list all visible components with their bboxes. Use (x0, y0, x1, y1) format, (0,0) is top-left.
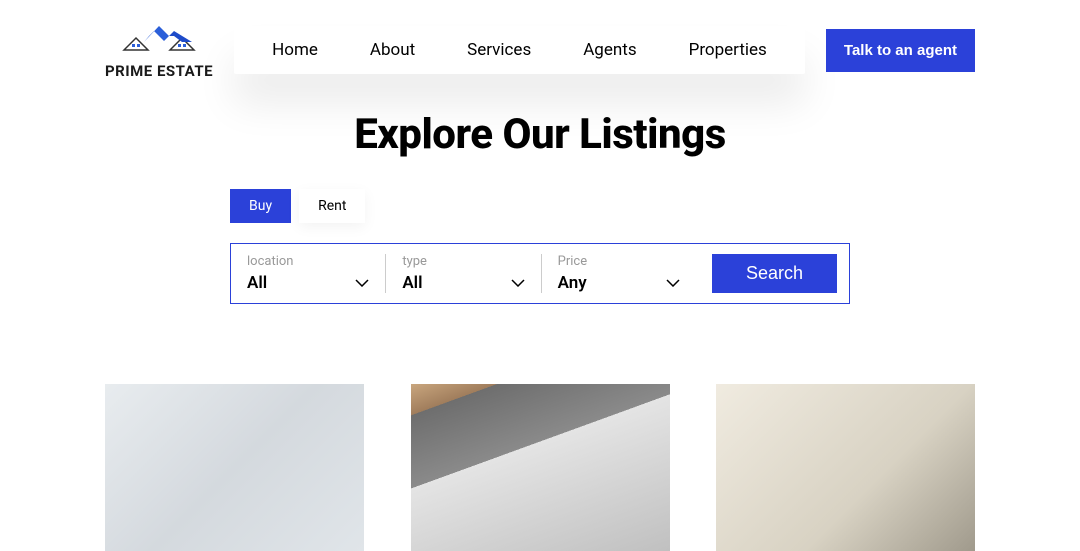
main-nav: Home About Services Agents Properties (234, 26, 805, 74)
logo-icon (114, 20, 204, 60)
search-box: location All type All Price Any Search (230, 243, 850, 304)
talk-to-agent-button[interactable]: Talk to an agent (826, 29, 975, 72)
location-value: All (247, 273, 267, 293)
tab-buy[interactable]: Buy (230, 189, 291, 223)
nav-about[interactable]: About (344, 26, 441, 74)
location-select[interactable]: location All (231, 254, 386, 293)
chevron-down-icon (666, 279, 680, 287)
chevron-down-icon (355, 279, 369, 287)
listing-image (716, 384, 975, 551)
search-button[interactable]: Search (712, 254, 837, 293)
search-tabs: Buy Rent (230, 189, 850, 223)
logo[interactable]: PRIME ESTATE (105, 20, 213, 80)
price-label: Price (558, 254, 680, 269)
chevron-down-icon (511, 279, 525, 287)
listing-cards (0, 384, 1080, 551)
location-label: location (247, 254, 369, 269)
nav-services[interactable]: Services (441, 26, 557, 74)
nav-properties[interactable]: Properties (663, 26, 793, 74)
page-title: Explore Our Listings (0, 110, 1080, 159)
price-value: Any (558, 273, 587, 293)
nav-agents[interactable]: Agents (557, 26, 662, 74)
nav-home[interactable]: Home (246, 26, 344, 74)
listing-card[interactable] (105, 384, 364, 551)
price-select[interactable]: Price Any (542, 254, 696, 293)
listing-card[interactable] (411, 384, 670, 551)
brand-name: PRIME ESTATE (105, 62, 213, 80)
type-select[interactable]: type All (386, 254, 541, 293)
listing-image (105, 384, 364, 551)
tab-rent[interactable]: Rent (299, 189, 365, 223)
listing-image (411, 384, 670, 551)
type-label: type (402, 254, 524, 269)
type-value: All (402, 273, 422, 293)
listing-card[interactable] (716, 384, 975, 551)
